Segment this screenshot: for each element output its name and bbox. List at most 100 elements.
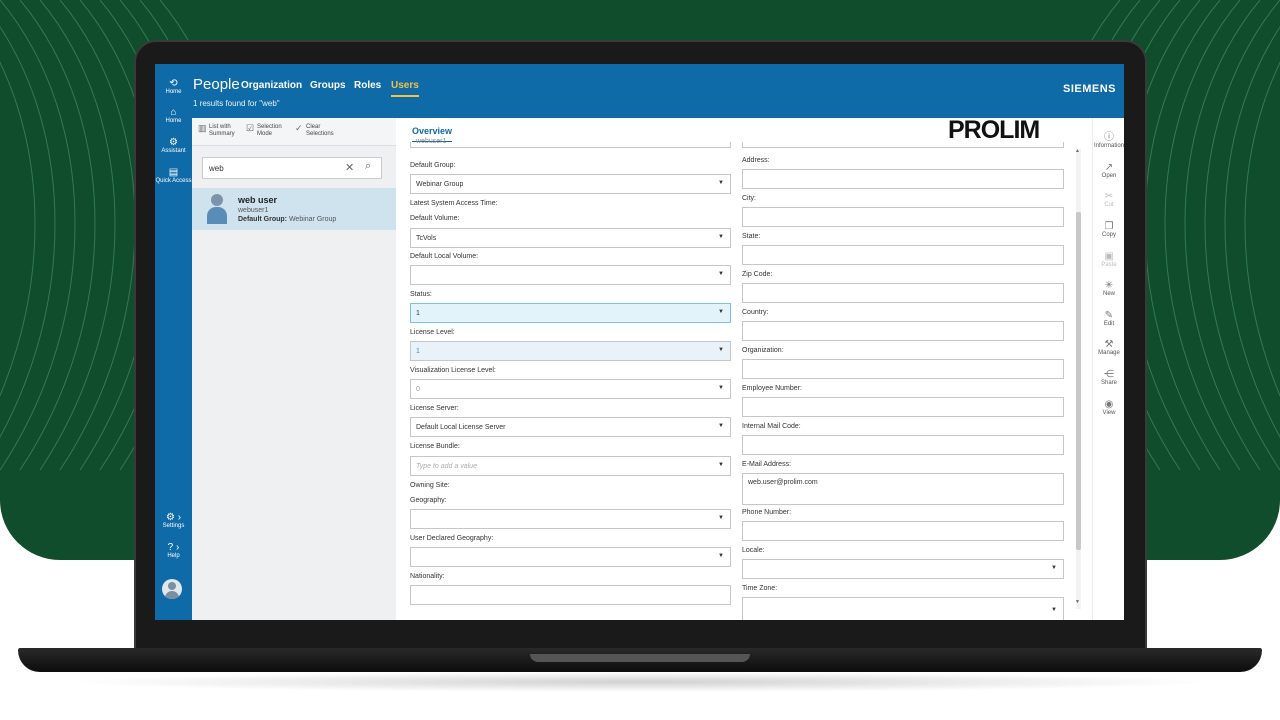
rail-item-quick-access[interactable]: ▤ Quick Access [155,167,192,184]
tab-organization[interactable]: Organization [241,80,302,91]
default-group-select[interactable]: Webinar Group ▼ [410,174,731,194]
brand-logo: SIEMENS [1062,83,1116,95]
default-local-volume-select[interactable]: ▼ [410,265,731,285]
laptop-shadow [60,672,1220,692]
rail-item-help[interactable]: ? › Help [155,542,192,559]
field-label: Country: [742,309,769,316]
field-label: Address: [742,157,770,164]
employee-number-field[interactable] [742,397,1064,417]
rail-label: Home [165,118,182,124]
tab-users[interactable]: Users [391,80,419,97]
command-information[interactable]: ⓘ Information [1093,132,1124,149]
phone-number-field[interactable] [742,521,1064,541]
email-field[interactable]: web.user@prolim.com [742,473,1064,505]
field-label: Latest System Access Time: [410,200,498,207]
field-value: Webinar Group [416,181,464,188]
group-value: Webinar Group [288,216,337,223]
user-default-group: Default Group: Webinar Group [238,216,336,223]
user-id: webuser1 [238,207,269,214]
page-title: People [193,76,240,93]
city-field[interactable] [742,207,1064,227]
command-paste[interactable]: ▣ Paste [1093,251,1124,268]
selection-mode-icon: ☑ [246,123,255,133]
tab-groups[interactable]: Groups [310,80,346,91]
nationality-field[interactable] [410,585,731,605]
back-home-icon: ⟲ [169,78,178,89]
chevron-down-icon: ▼ [718,234,724,240]
field-label: Nationality: [410,573,445,580]
scroll-down-icon[interactable]: ▼ [1075,599,1080,605]
tab-roles[interactable]: Roles [354,80,381,91]
search-input[interactable] [209,162,329,174]
rail-label: Assistant [161,148,186,154]
command-share[interactable]: ⋲ Share [1093,369,1124,386]
rail-item-back-home[interactable]: ⟲ Home [155,78,192,95]
address-field[interactable] [742,169,1064,189]
field-value: Default Local License Server [416,424,506,431]
list-item[interactable]: web user webuser1 Default Group: Webinar… [192,188,396,230]
command-label: Open [1101,173,1117,179]
command-label: Copy [1101,232,1116,238]
scroll-up-icon[interactable]: ▲ [1075,148,1080,154]
command-label: Edit [1103,321,1115,327]
group-label: Default Group: [238,216,287,223]
rail-label: Quick Access [155,178,192,184]
command-manage[interactable]: ⚒ Manage [1093,339,1124,356]
paste-icon: ▣ [1104,251,1114,262]
user-id-field[interactable]: webuser1 [410,138,731,148]
search-icon[interactable]: ⌕ [365,160,371,173]
view-icon: ◉ [1104,399,1114,410]
command-view[interactable]: ◉ View [1093,399,1124,416]
list-summary-icon: ▥ [198,123,207,133]
country-field[interactable] [742,321,1064,341]
organization-field[interactable] [742,359,1064,379]
selection-mode-button[interactable]: ☑ Selection Mode [246,124,290,138]
share-icon: ⋲ [1104,369,1114,380]
license-level-select[interactable]: 1 ▼ [410,341,731,361]
field-placeholder: Type to add a value [416,463,477,470]
command-cut[interactable]: ✂ Cut [1093,191,1124,208]
license-bundle-select[interactable]: Type to add a value ▼ [410,456,731,476]
clear-selections-button[interactable]: ✓ Clear Selections [295,124,341,138]
rail-label: Help [167,553,180,559]
field-label: Zip Code: [742,271,773,278]
command-copy[interactable]: ❐ Copy [1093,221,1124,238]
field-label: Geography: [410,497,447,504]
field-label: Default Group: [410,162,456,169]
command-label: Cut [1104,202,1114,208]
status-select[interactable]: 1 ▼ [410,303,731,323]
chevron-down-icon: ▼ [718,462,724,468]
license-server-select[interactable]: Default Local License Server ▼ [410,417,731,437]
home-icon: ⌂ [170,107,177,118]
state-field[interactable] [742,245,1064,265]
right-command-rail: ⓘ Information ↗ Open ✂ Cut ❐ Copy ▣ Paste ✳ Ne… [1092,118,1124,620]
info-icon: ⓘ [1104,132,1114,143]
default-volume-select[interactable]: TcVols ▼ [410,228,731,248]
field-label: License Level: [410,329,455,336]
avatar[interactable] [162,579,182,599]
close-icon[interactable]: ✕ [345,161,354,174]
rail-item-assistant[interactable]: ⚙ Assistant [155,137,192,154]
list-with-summary-button[interactable]: ▥ List with Summary [198,124,244,138]
geography-select[interactable]: ▼ [410,509,731,529]
command-new[interactable]: ✳ New [1093,280,1124,297]
command-edit[interactable]: ✎ Edit [1093,310,1124,327]
command-open[interactable]: ↗ Open [1093,162,1124,179]
chevron-down-icon: ▼ [718,309,724,315]
command-label: Information [1093,143,1124,149]
zip-code-field[interactable] [742,283,1064,303]
properties-panel: Overview PROLIM webuser1 Default Group: … [400,116,1090,620]
time-zone-select[interactable]: ▼ [742,597,1064,620]
rail-item-home[interactable]: ⌂ Home [155,107,192,124]
locale-select[interactable]: ▼ [742,559,1064,579]
command-label: Manage [1098,350,1120,356]
user-declared-geography-select[interactable]: ▼ [410,547,731,567]
scrollbar-thumb[interactable] [1076,212,1081,550]
chevron-down-icon: ▼ [718,553,724,559]
prolim-logo: PROLIM [948,116,1040,144]
rail-item-settings[interactable]: ⚙ › Settings [155,512,192,529]
tab-overview[interactable]: Overview [412,126,453,143]
visualization-license-level-select[interactable]: 0 ▼ [410,379,731,399]
internal-mail-code-field[interactable] [742,435,1064,455]
address-top-field[interactable] [742,142,1064,148]
